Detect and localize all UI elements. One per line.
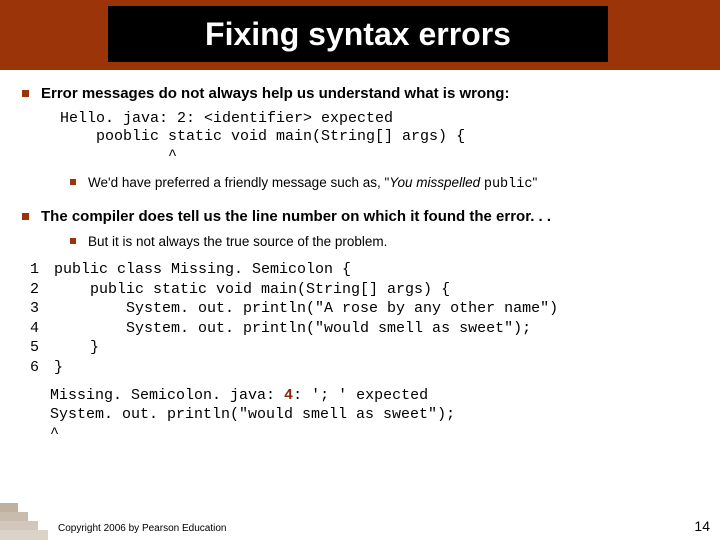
- code-text: }: [54, 338, 700, 358]
- code-line: 4 System. out. println("would smell as s…: [30, 319, 700, 339]
- title-box: Fixing syntax errors: [108, 6, 608, 62]
- line-number: 3: [30, 299, 54, 319]
- code-line: 1public class Missing. Semicolon {: [30, 260, 700, 280]
- square-bullet-icon: [70, 238, 76, 244]
- bullet-1: Error messages do not always help us und…: [22, 84, 700, 104]
- line-number: 4: [30, 319, 54, 339]
- page-number: 14: [694, 518, 710, 534]
- bullet-2-text: The compiler does tell us the line numbe…: [41, 207, 700, 227]
- sub-text-pre: We'd have preferred a friendly message s…: [88, 175, 389, 190]
- line-number: 2: [30, 280, 54, 300]
- code-text: public static void main(String[] args) {: [54, 280, 700, 300]
- square-bullet-icon: [70, 179, 76, 185]
- code-line: 5 }: [30, 338, 700, 358]
- steps-decoration-icon: [0, 502, 48, 540]
- error-output-block: Missing. Semicolon. java: 4: '; ' expect…: [50, 387, 700, 443]
- copyright-text: Copyright 2006 by Pearson Education: [58, 523, 226, 534]
- sub-text-italic: You misspelled: [389, 175, 484, 190]
- code-block-1: Hello. java: 2: <identifier> expected po…: [60, 110, 700, 166]
- bullet-1-sub-text: We'd have preferred a friendly message s…: [88, 174, 700, 194]
- err-line1c: : '; ' expected: [293, 387, 428, 404]
- code-line: 3 System. out. println("A rose by any ot…: [30, 299, 700, 319]
- code-text: }: [54, 358, 700, 378]
- bullet-1-sub: We'd have preferred a friendly message s…: [70, 174, 700, 194]
- bullet-2-sub-text: But it is not always the true source of …: [88, 233, 700, 251]
- code-line: 2 public static void main(String[] args)…: [30, 280, 700, 300]
- footer: Copyright 2006 by Pearson Education 14: [0, 514, 720, 540]
- err-line1-highlight: 4: [275, 387, 293, 404]
- sub-text-mono: public: [484, 177, 533, 192]
- bullet-1-text: Error messages do not always help us und…: [41, 84, 700, 104]
- code-text: System. out. println("A rose by any othe…: [54, 299, 700, 319]
- line-number: 1: [30, 260, 54, 280]
- numbered-code-block: 1public class Missing. Semicolon { 2 pub…: [30, 260, 700, 377]
- bullet-2: The compiler does tell us the line numbe…: [22, 207, 700, 227]
- code-line: 6}: [30, 358, 700, 378]
- bullet-2-sub: But it is not always the true source of …: [70, 233, 700, 251]
- square-bullet-icon: [22, 213, 29, 220]
- line-number: 5: [30, 338, 54, 358]
- content-area: Error messages do not always help us und…: [0, 70, 720, 444]
- err-line3: ^: [50, 425, 59, 442]
- slide-title: Fixing syntax errors: [205, 16, 511, 53]
- line-number: 6: [30, 358, 54, 378]
- err-line2: System. out. println("would smell as swe…: [50, 406, 455, 423]
- err-line1a: Missing. Semicolon. java:: [50, 387, 275, 404]
- square-bullet-icon: [22, 90, 29, 97]
- sub-text-post: ": [532, 175, 537, 190]
- code-text: System. out. println("would smell as swe…: [54, 319, 700, 339]
- code-text: public class Missing. Semicolon {: [54, 260, 700, 280]
- title-bar: Fixing syntax errors: [0, 0, 720, 70]
